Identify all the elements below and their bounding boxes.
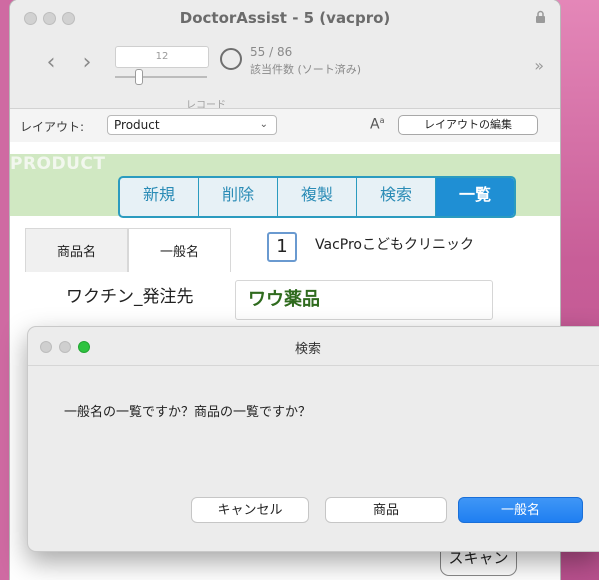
tab-delete[interactable]: 削除 xyxy=(199,178,278,216)
layout-label: レイアウト: xyxy=(20,120,85,134)
toolbar-overflow-icon[interactable]: » xyxy=(534,56,544,75)
generic-name-button[interactable]: 一般名 xyxy=(458,497,583,523)
found-caption: 該当件数 (ソート済み) xyxy=(250,63,362,76)
lock-icon xyxy=(536,10,545,23)
text-size-icon[interactable]: Aa xyxy=(370,116,384,133)
found-set-pie-icon[interactable] xyxy=(220,48,242,70)
vendor-label: ワクチン_発注先 xyxy=(66,287,194,307)
record-slider[interactable] xyxy=(115,76,207,78)
tab-generic-name[interactable]: 一般名 xyxy=(128,228,231,272)
tab-duplicate[interactable]: 複製 xyxy=(278,178,357,216)
tab-product-name[interactable]: 商品名 xyxy=(25,228,128,272)
action-tab-bar: 新規 削除 複製 検索 一覧 xyxy=(118,176,516,218)
cancel-button[interactable]: キャンセル xyxy=(191,497,309,523)
next-record-icon[interactable]: › xyxy=(72,49,102,77)
clinic-name: VacProこどもクリニック xyxy=(315,237,474,253)
record-slider-thumb[interactable] xyxy=(135,69,143,85)
record-number-input[interactable]: 12 xyxy=(115,46,209,68)
tab-new[interactable]: 新規 xyxy=(120,178,199,216)
page-number-box: 1 xyxy=(267,232,297,262)
vendor-field[interactable]: ワウ薬品 xyxy=(235,280,493,320)
product-button[interactable]: 商品 xyxy=(325,497,447,523)
toolbar: ‹ › 12 レコード 55 / 86 該当件数 (ソート済み) » xyxy=(10,34,560,111)
found-count: 55 / 86 xyxy=(250,45,293,59)
edit-layout-button[interactable]: レイアウトの編集 xyxy=(398,115,538,135)
layout-bar: レイアウト: Product ⌄ Aa レイアウトの編集 xyxy=(10,108,560,144)
layout-select[interactable]: Product ⌄ xyxy=(107,115,277,135)
chevron-down-icon: ⌄ xyxy=(259,119,268,130)
layout-select-value: Product xyxy=(114,118,160,132)
search-dialog: 検索 一般名の一覧ですか？商品の一覧ですか？ キャンセル 商品 一般名 xyxy=(27,326,599,552)
dialog-message: 一般名の一覧ですか？商品の一覧ですか？ xyxy=(64,405,312,420)
header-band: PRODUCT 新規 削除 複製 検索 一覧 xyxy=(10,154,560,218)
previous-record-icon[interactable]: ‹ xyxy=(36,49,66,77)
product-watermark: PRODUCT xyxy=(10,154,106,174)
dialog-titlebar: 検索 xyxy=(28,327,599,366)
dialog-title: 検索 xyxy=(294,342,321,357)
tab-search[interactable]: 検索 xyxy=(357,178,436,216)
window-title: DoctorAssist - 5 (vacpro) xyxy=(179,9,391,27)
tab-list[interactable]: 一覧 xyxy=(436,178,514,216)
window-titlebar: DoctorAssist - 5 (vacpro) xyxy=(10,0,560,34)
